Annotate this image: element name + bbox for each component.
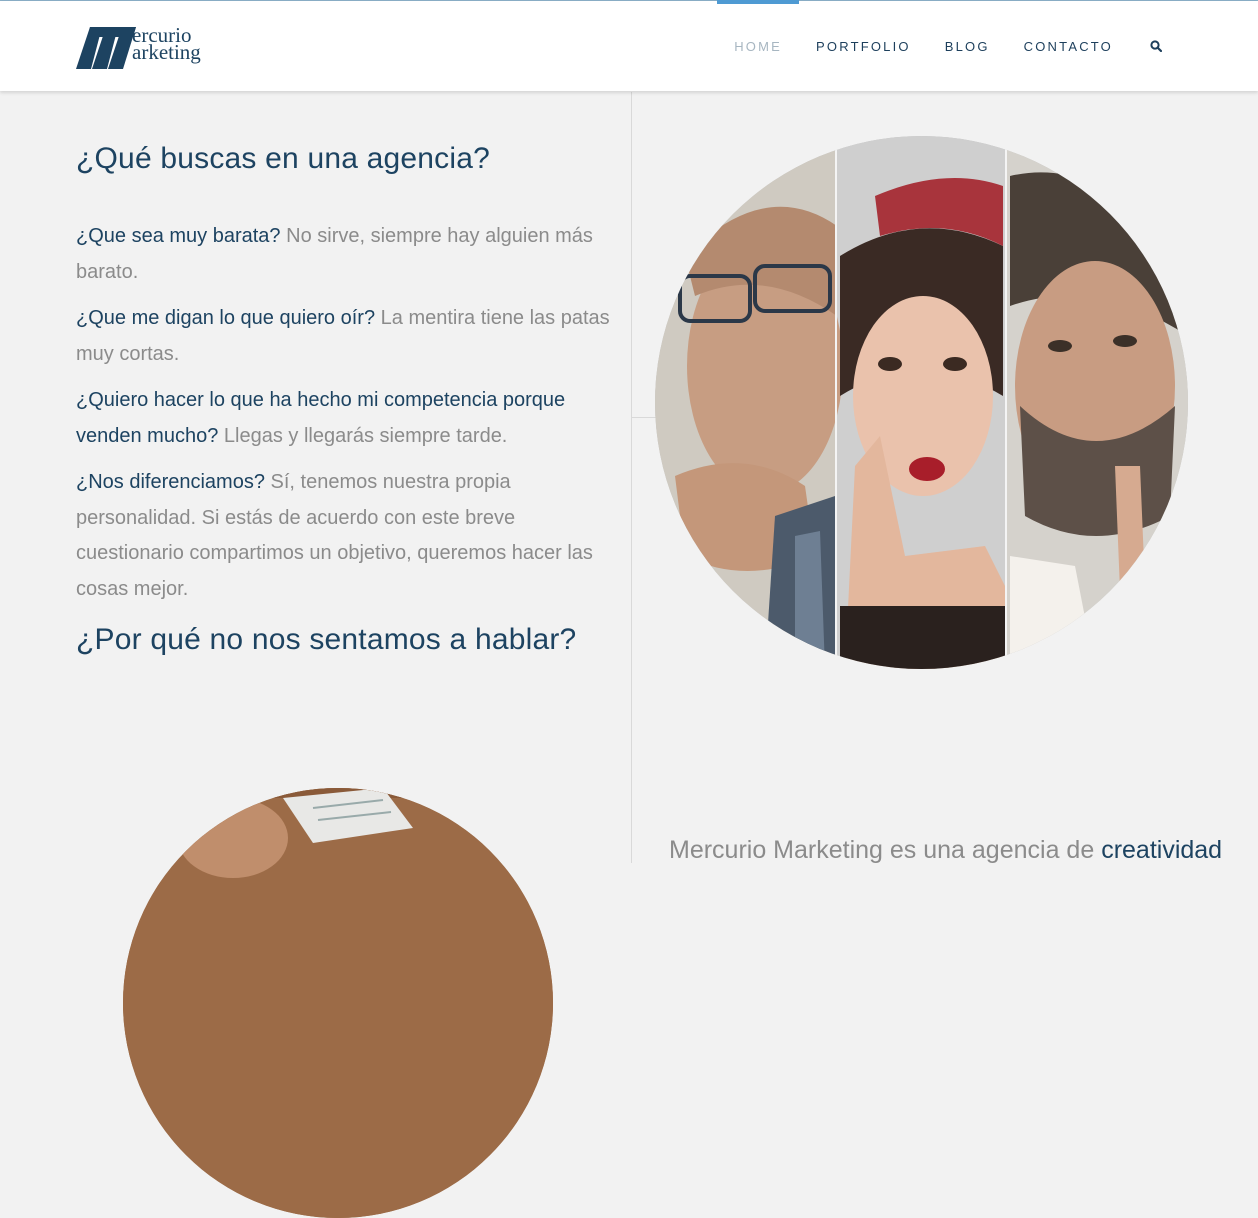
question-paragraph: ¿Que sea muy barata? No sirve, siempre h… [76,219,621,290]
question-text: ¿Que sea muy barata? [76,225,281,247]
faces-photo [655,136,1188,669]
logo-line-2: arketing [132,40,201,64]
question-paragraph: ¿Quiero hacer lo que ha hecho mi compete… [76,383,621,454]
logo-m-mark [76,27,136,69]
desk-photo [123,788,553,1218]
site-header: ercurio arketing HOME PORTFOLIO BLOG CON… [0,0,1258,91]
column-divider-tick [631,417,657,418]
nav-item-portfolio[interactable]: PORTFOLIO [799,1,928,91]
intro-text: Mercurio Marketing es una agencia de cre… [669,836,1222,865]
questions-list: ¿Que sea muy barata? No sirve, siempre h… [76,219,621,618]
desk-illustration [123,788,553,1218]
faces-illustration [655,136,1188,669]
question-paragraph: ¿Que me digan lo que quiero oír? La ment… [76,301,621,372]
intro-text-highlight: creatividad [1101,836,1223,864]
nav-search-button[interactable] [1130,1,1172,91]
logo-wordmark: ercurio arketing [132,25,201,64]
nav-item-contacto[interactable]: CONTACTO [1007,1,1130,91]
question-paragraph: ¿Nos diferenciamos? Sí, tenemos nuestra … [76,465,621,607]
question-text: ¿Que me digan lo que quiero oír? [76,307,376,329]
nav-item-blog[interactable]: BLOG [928,1,1007,91]
nav-item-home[interactable]: HOME [717,0,799,91]
main-nav: HOME PORTFOLIO BLOG CONTACTO [717,0,1172,91]
intro-text-main: Mercurio Marketing es una agencia de [669,836,1095,864]
site-logo[interactable]: ercurio arketing [76,23,216,73]
search-icon [1150,40,1162,52]
answer-text: Llegas y llegarás siempre tarde. [223,424,508,447]
question-text: ¿Nos diferenciamos? [76,471,265,493]
cta-heading: ¿Por qué no nos sentamos a hablar? [76,623,577,656]
section-heading: ¿Qué buscas en una agencia? [76,142,491,175]
column-divider [631,92,632,863]
